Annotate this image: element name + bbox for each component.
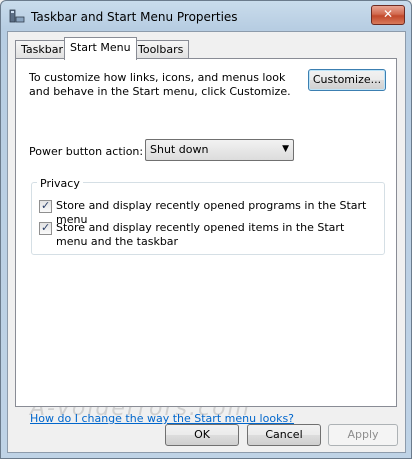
properties-window: Taskbar and Start Menu Properties ✕ Task… (0, 0, 412, 459)
recent-items-label[interactable]: Store and display recently opened items … (56, 221, 376, 249)
cancel-button[interactable]: Cancel (247, 424, 321, 446)
chevron-down-icon: ▼ (282, 144, 289, 154)
privacy-group-label: Privacy (37, 177, 83, 190)
taskbar-properties-icon (9, 9, 25, 23)
apply-button[interactable]: Apply (328, 424, 398, 446)
checkmark-icon: ✓ (41, 199, 51, 212)
customize-button[interactable]: Customize... (308, 69, 386, 91)
dialog-client-area: Taskbar Start Menu Toolbars To customize… (7, 31, 406, 453)
power-button-select[interactable]: Shut down ▼ (145, 139, 294, 161)
recent-programs-checkbox[interactable]: ✓ (39, 199, 52, 213)
help-link[interactable]: How do I change the way the Start menu l… (30, 412, 294, 425)
tab-toolbars[interactable]: Toolbars (132, 40, 190, 59)
power-button-label: Power button action: (29, 145, 144, 158)
recent-items-checkbox[interactable]: ✓ (39, 221, 52, 235)
ok-button[interactable]: OK (165, 424, 239, 446)
title-bar[interactable]: Taskbar and Start Menu Properties ✕ (1, 1, 411, 31)
tab-start-menu[interactable]: Start Menu (64, 37, 137, 60)
window-title: Taskbar and Start Menu Properties (31, 10, 238, 24)
checkmark-icon: ✓ (41, 221, 51, 234)
customize-description: To customize how links, icons, and menus… (29, 71, 291, 98)
close-icon: ✕ (382, 7, 394, 21)
power-button-value: Shut down (150, 143, 209, 156)
tab-taskbar[interactable]: Taskbar (15, 40, 69, 59)
start-menu-panel: To customize how links, icons, and menus… (15, 58, 397, 425)
close-button[interactable]: ✕ (371, 5, 405, 25)
